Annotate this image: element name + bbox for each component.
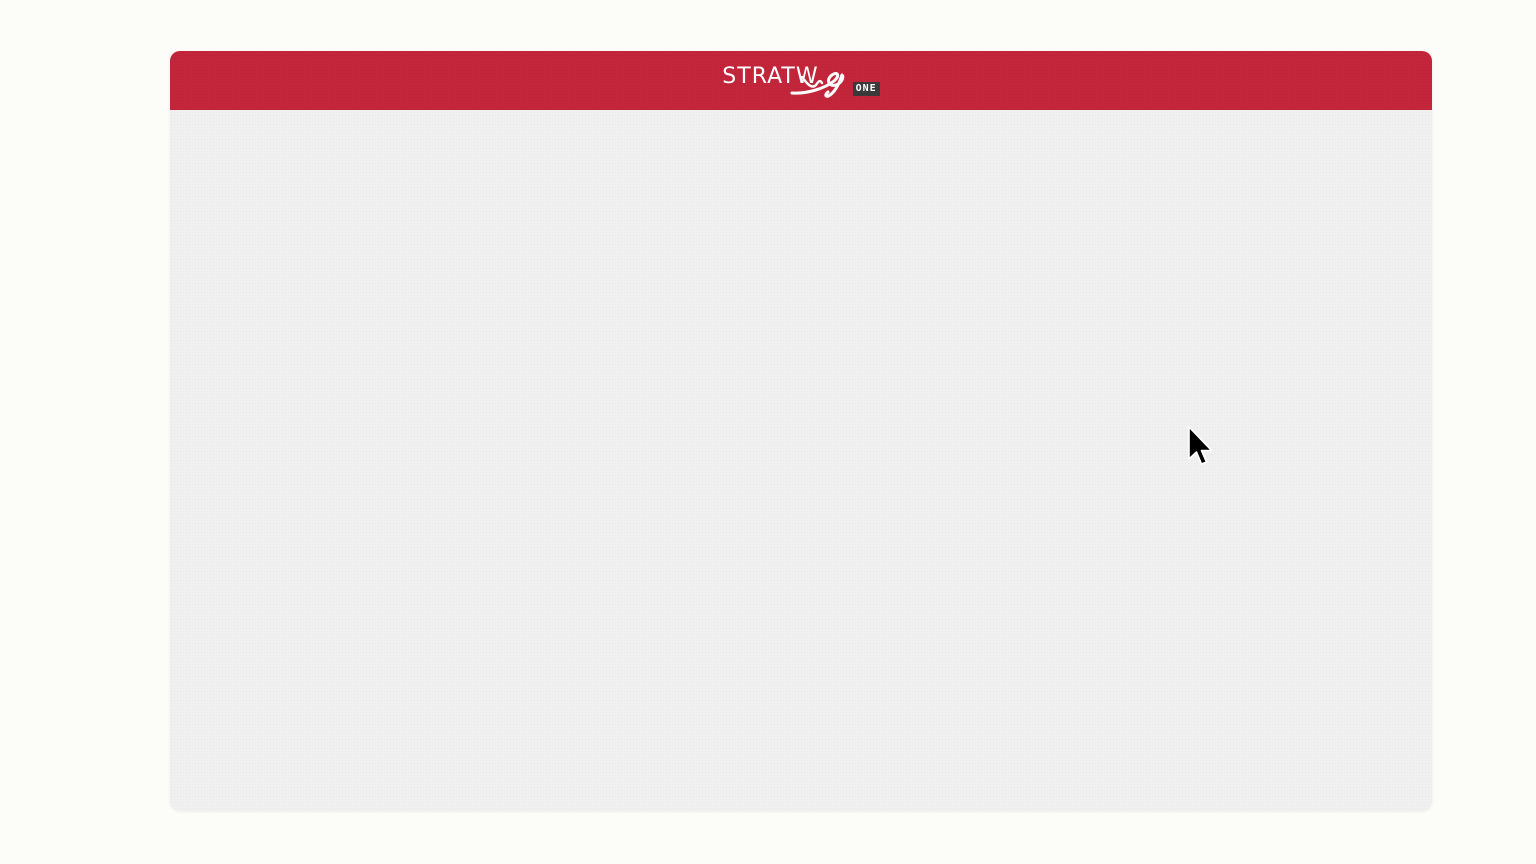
app-header: STRATW ONE bbox=[170, 51, 1432, 110]
arrow-cursor-icon bbox=[1188, 426, 1213, 465]
brand-badge: ONE bbox=[852, 81, 880, 96]
brand-logo[interactable]: STRATW ONE bbox=[722, 51, 880, 110]
brand-swash-icon bbox=[790, 72, 845, 98]
app-window: STRATW ONE bbox=[170, 51, 1432, 811]
app-content-area bbox=[170, 110, 1432, 811]
